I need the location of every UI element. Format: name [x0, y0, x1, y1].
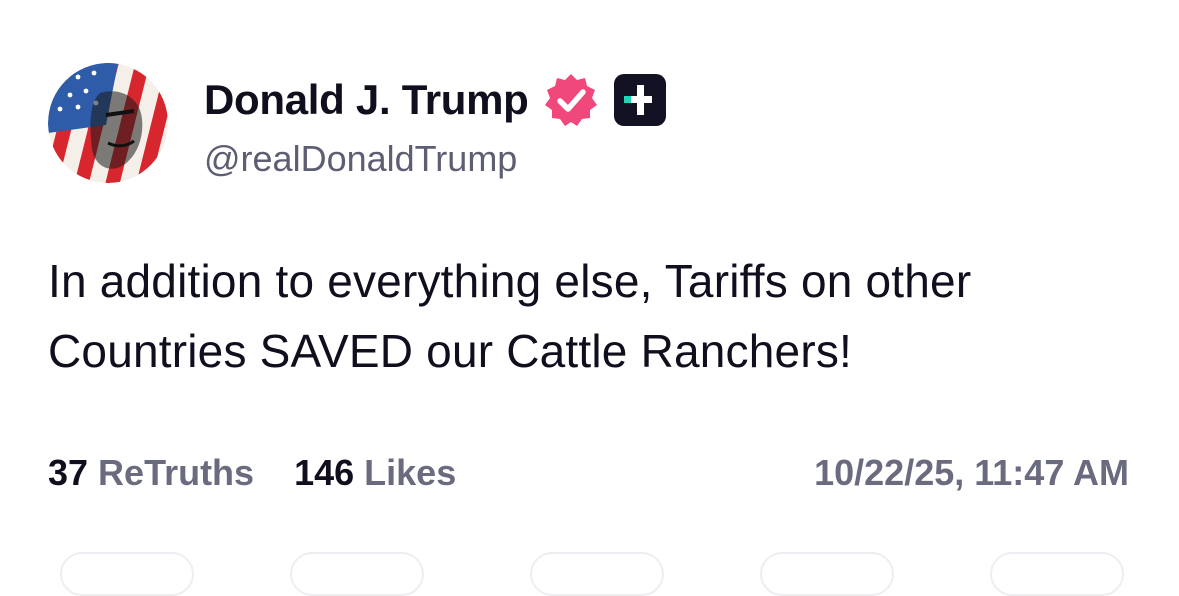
retruths-count: 37	[48, 452, 89, 493]
verified-badge-icon	[543, 72, 599, 128]
avatar[interactable]	[48, 63, 168, 183]
plus-badge-icon	[613, 73, 667, 127]
like-button[interactable]	[530, 552, 664, 596]
likes-stat[interactable]: 146 Likes	[294, 452, 456, 494]
retruth-button[interactable]	[290, 552, 424, 596]
post-header: Donald J. Trump @realDonaldTrump	[204, 72, 667, 180]
more-button[interactable]	[990, 552, 1124, 596]
retruths-label: ReTruths	[98, 452, 255, 493]
likes-label: Likes	[364, 452, 457, 493]
flag-portrait-avatar-icon	[48, 63, 168, 183]
post-body-text: In addition to everything else, Tariffs …	[48, 255, 972, 377]
post-timestamp: 10/22/25, 11:47 AM	[814, 452, 1129, 493]
reply-button[interactable]	[60, 552, 194, 596]
post-card: Donald J. Trump @realDonaldTrump In addi…	[0, 0, 1179, 596]
action-bar	[0, 552, 1179, 596]
retruths-stat[interactable]: 37 ReTruths	[48, 452, 254, 494]
share-button[interactable]	[760, 552, 894, 596]
name-row: Donald J. Trump	[204, 72, 667, 128]
likes-count: 146	[294, 452, 355, 493]
post-stats: 37 ReTruths 146 Likes	[48, 452, 456, 494]
author-display-name[interactable]: Donald J. Trump	[204, 76, 529, 124]
author-handle[interactable]: @realDonaldTrump	[204, 138, 667, 180]
